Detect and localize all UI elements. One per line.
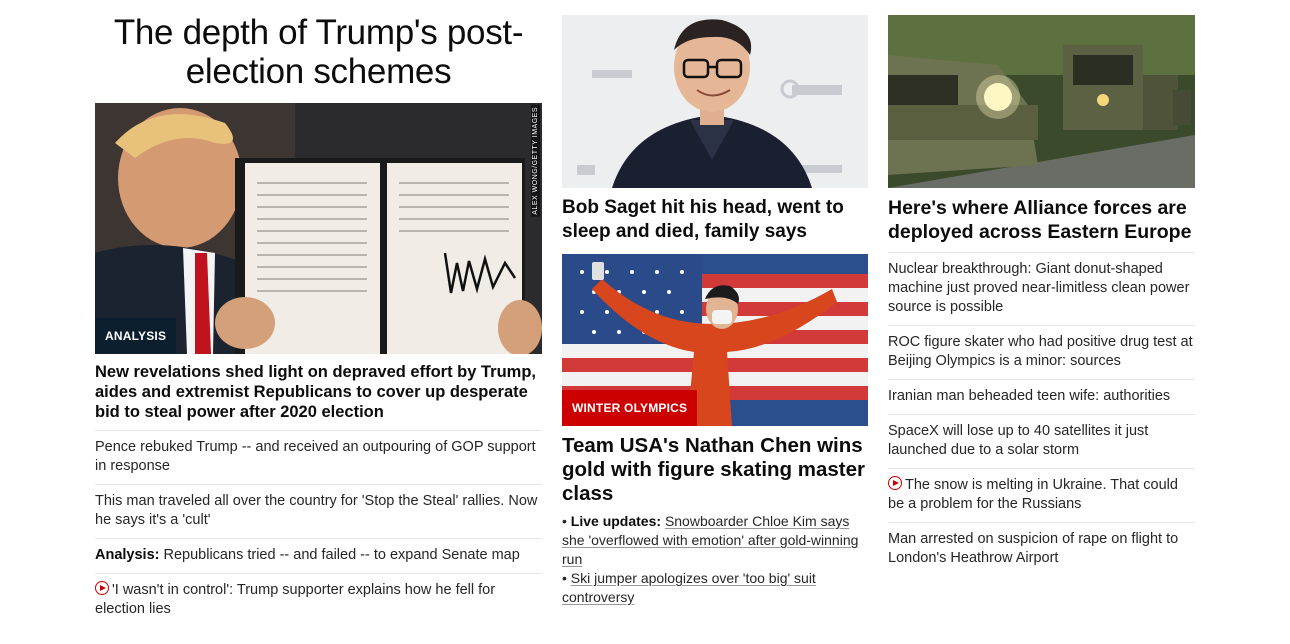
- banner-headline[interactable]: The depth of Trump's post-election schem…: [95, 13, 542, 103]
- list-item-text[interactable]: Nuclear breakthrough: Giant donut-shaped…: [888, 261, 1189, 315]
- list-item[interactable]: Pence rebuked Trump -- and received an o…: [95, 431, 542, 485]
- list-item[interactable]: This man traveled all over the country f…: [95, 485, 542, 539]
- list-item-text[interactable]: 'I wasn't in control': Trump supporter e…: [95, 582, 495, 617]
- list-item-text[interactable]: This man traveled all over the country f…: [95, 493, 537, 528]
- bullet: •: [562, 570, 567, 586]
- list-item[interactable]: Iranian man beheaded teen wife: authorit…: [888, 380, 1195, 415]
- chen-image[interactable]: WINTER OLYMPICS: [562, 254, 868, 426]
- military-vehicles-illustration: [888, 15, 1195, 188]
- bullet: •: [562, 513, 567, 529]
- saget-headline[interactable]: Bob Saget hit his head, went to sleep an…: [562, 196, 868, 244]
- list-item[interactable]: Nuclear breakthrough: Giant donut-shaped…: [888, 253, 1195, 326]
- saget-image[interactable]: [562, 15, 868, 188]
- list-item-text[interactable]: Man arrested on suspicion of rape on fli…: [888, 531, 1178, 566]
- list-item[interactable]: The snow is melting in Ukraine. That cou…: [888, 469, 1195, 523]
- lead-story-column: The depth of Trump's post-election schem…: [95, 0, 542, 627]
- list-item[interactable]: Analysis: Republicans tried -- and faile…: [95, 539, 542, 574]
- winter-olympics-badge: WINTER OLYMPICS: [562, 390, 698, 426]
- list-item[interactable]: SpaceX will lose up to 40 satellites it …: [888, 415, 1195, 469]
- alliance-forces-image[interactable]: [888, 15, 1195, 188]
- list-item-text[interactable]: ROC figure skater who had positive drug …: [888, 334, 1193, 369]
- related-stories-list: Pence rebuked Trump -- and received an o…: [95, 431, 542, 627]
- list-item[interactable]: Man arrested on suspicion of rape on fli…: [888, 523, 1195, 576]
- live-update-item[interactable]: • Live updates: Snowboarder Chloe Kim sa…: [562, 512, 868, 569]
- middle-column: Bob Saget hit his head, went to sleep an…: [562, 0, 868, 607]
- list-item[interactable]: ROC figure skater who had positive drug …: [888, 326, 1195, 380]
- play-icon: [888, 476, 902, 490]
- alliance-forces-headline[interactable]: Here's where Alliance forces are deploye…: [888, 196, 1195, 253]
- analysis-badge: ANALYSIS: [95, 318, 177, 354]
- chen-headline[interactable]: Team USA's Nathan Chen wins gold with fi…: [562, 434, 868, 506]
- more-stories-list: Nuclear breakthrough: Giant donut-shaped…: [888, 253, 1195, 576]
- analysis-prefix: Analysis:: [95, 547, 160, 563]
- lead-headline[interactable]: New revelations shed light on depraved e…: [95, 362, 542, 431]
- live-update-link[interactable]: Ski jumper apologizes over 'too big' sui…: [562, 570, 816, 605]
- list-item-text[interactable]: Republicans tried -- and failed -- to ex…: [164, 547, 520, 563]
- live-updates-label: Live updates:: [570, 513, 662, 529]
- list-item[interactable]: 'I wasn't in control': Trump supporter e…: [95, 574, 542, 627]
- list-item-text[interactable]: Iranian man beheaded teen wife: authorit…: [888, 388, 1170, 404]
- trump-hero-image[interactable]: ALEX WONG/GETTY IMAGES ANALYSIS: [95, 103, 542, 354]
- photo-credit: ALEX WONG/GETTY IMAGES: [531, 105, 540, 217]
- play-icon: [95, 581, 109, 595]
- list-item-text[interactable]: SpaceX will lose up to 40 satellites it …: [888, 423, 1148, 458]
- right-column: Here's where Alliance forces are deploye…: [888, 0, 1195, 576]
- live-updates-list: • Live updates: Snowboarder Chloe Kim sa…: [562, 512, 868, 607]
- list-item-text[interactable]: The snow is melting in Ukraine. That cou…: [888, 477, 1178, 512]
- trump-photo-illustration: [95, 103, 542, 354]
- list-item-text[interactable]: Pence rebuked Trump -- and received an o…: [95, 439, 536, 474]
- live-update-item[interactable]: • Ski jumper apologizes over 'too big' s…: [562, 569, 868, 607]
- saget-photo-illustration: [562, 15, 868, 188]
